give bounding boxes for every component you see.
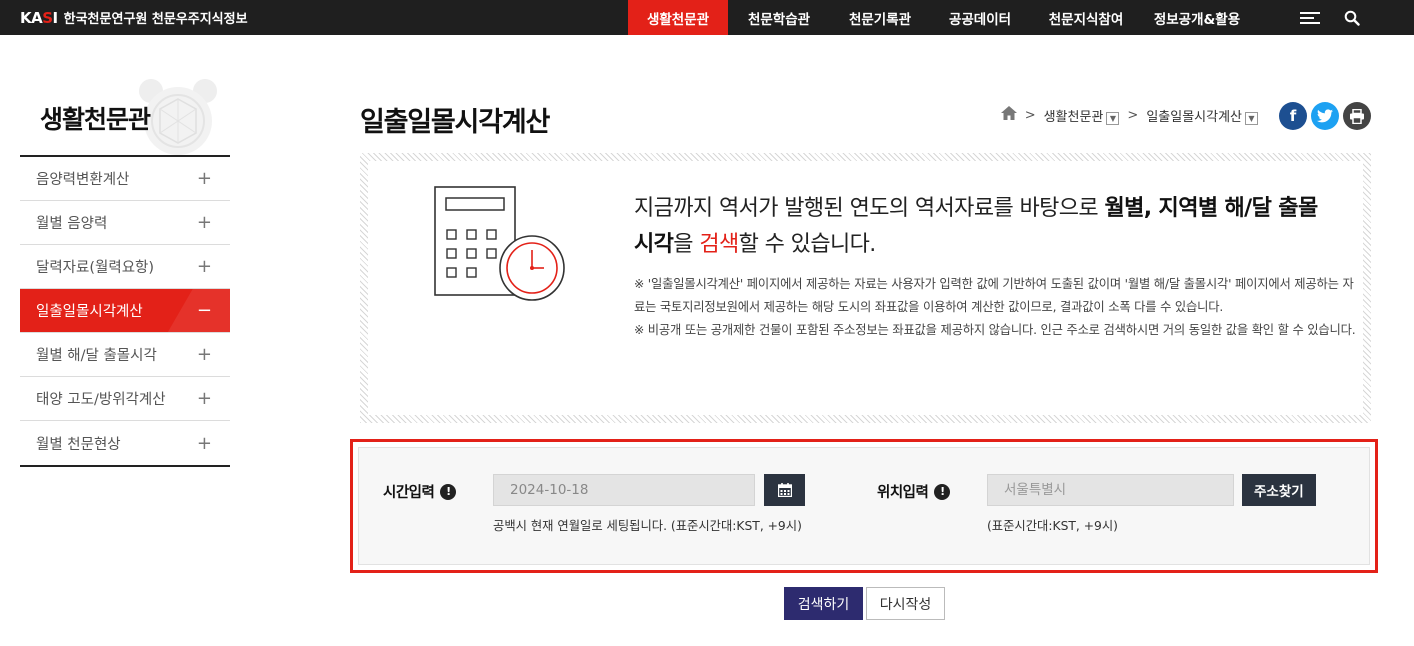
search-form-highlight: 시간입력 ! 공백시 현재 연월일로 세팅됩니다. (표준시간대:KST, +9… xyxy=(350,439,1378,573)
facebook-icon[interactable]: f xyxy=(1279,102,1307,130)
location-input[interactable] xyxy=(987,474,1234,506)
sidebar-item-monthly-phenomena[interactable]: 월별 천문현상 + xyxy=(20,421,230,465)
search-form: 시간입력 ! 공백시 현재 연월일로 세팅됩니다. (표준시간대:KST, +9… xyxy=(358,447,1370,565)
sidebar-item-label: 태양 고도/방위각계산 xyxy=(36,392,166,408)
menu-icon[interactable] xyxy=(1300,11,1320,25)
expand-icon: + xyxy=(196,432,212,454)
page-title: 일출일몰시각계산 xyxy=(360,107,550,138)
sidebar-menu: 음양력변환계산 + 월별 음양력 + 달력자료(월력요항) + 일출일몰시각계산… xyxy=(20,155,230,467)
calendar-icon xyxy=(777,483,792,497)
info-content: 지금까지 역서가 발행된 연도의 역서자료를 바탕으로 월별, 지역별 해/달 … xyxy=(368,161,1363,415)
sidebar-item-label: 달력자료(월력요항) xyxy=(36,260,155,276)
info-box: 지금까지 역서가 발행된 연도의 역서자료를 바탕으로 월별, 지역별 해/달 … xyxy=(360,153,1371,423)
sidebar-item-monthly-calendar[interactable]: 월별 음양력 + xyxy=(20,201,230,245)
kasi-logo: KASI xyxy=(20,8,58,27)
date-input[interactable] xyxy=(493,474,755,506)
chevron-down-icon[interactable]: ▼ xyxy=(1106,111,1120,125)
sidebar-item-label: 월별 해/달 출몰시각 xyxy=(36,348,157,364)
nav-item-astronomy-records[interactable]: 천문기록관 xyxy=(830,0,930,35)
sidebar-item-label: 일출일몰시각계산 xyxy=(36,304,143,320)
address-search-button[interactable]: 주소찾기 xyxy=(1242,474,1316,506)
search-icon[interactable] xyxy=(1344,10,1360,26)
expand-icon: + xyxy=(196,344,212,365)
breadcrumb-separator: > xyxy=(1127,107,1139,123)
sidebar-item-sunrise-sunset[interactable]: 일출일몰시각계산 − xyxy=(20,289,230,333)
top-icons xyxy=(1300,0,1360,35)
sidebar-item-label: 월별 음양력 xyxy=(36,216,108,232)
collapse-icon: − xyxy=(196,300,212,321)
expand-icon: + xyxy=(196,212,212,233)
info-notes: ※ '일출일몰시각계산' 페이지에서 제공하는 자료는 사용자가 입력한 값에 … xyxy=(634,273,1364,342)
reset-button[interactable]: 다시작성 xyxy=(866,587,945,620)
twitter-icon[interactable] xyxy=(1311,102,1339,130)
site-name: 한국천문연구원 천문우주지식정보 xyxy=(63,12,248,27)
date-help-text: 공백시 현재 연월일로 세팅됩니다. (표준시간대:KST, +9시) xyxy=(493,519,802,533)
share-buttons: f xyxy=(1279,102,1371,130)
expand-icon: + xyxy=(196,388,212,409)
nav-item-life-astronomy[interactable]: 생활천문관 xyxy=(628,0,728,35)
sidebar-item-label: 음양력변환계산 xyxy=(36,172,130,188)
breadcrumb-level2[interactable]: 일출일몰시각계산 ▼ xyxy=(1146,106,1258,125)
location-input-label: 위치입력 ! xyxy=(877,481,951,502)
nav-item-astronomy-learning[interactable]: 천문학습관 xyxy=(728,0,830,35)
nav-item-info-disclosure[interactable]: 정보공개&활용 xyxy=(1142,0,1252,35)
info-lead-text: 지금까지 역서가 발행된 연도의 역서자료를 바탕으로 월별, 지역별 해/달 … xyxy=(634,196,1318,257)
location-help-text: (표준시간대:KST, +9시) xyxy=(987,519,1118,533)
sidebar-title: 생활천문관 xyxy=(40,105,151,134)
nav-item-public-data[interactable]: 공공데이터 xyxy=(930,0,1030,35)
nav-item-participation[interactable]: 천문지식참여 xyxy=(1030,0,1142,35)
time-input-label: 시간입력 ! xyxy=(383,481,457,502)
breadcrumb-level1[interactable]: 생활천문관 ▼ xyxy=(1044,106,1120,125)
print-icon[interactable] xyxy=(1343,102,1371,130)
calculator-clock-icon xyxy=(434,186,574,311)
calendar-button[interactable] xyxy=(764,474,805,506)
sidebar-item-monthly-sun-moon[interactable]: 월별 해/달 출몰시각 + xyxy=(20,333,230,377)
info-note-1: ※ '일출일몰시각계산' 페이지에서 제공하는 자료는 사용자가 입력한 값에 … xyxy=(634,277,1354,314)
info-icon[interactable]: ! xyxy=(934,483,951,500)
expand-icon: + xyxy=(196,168,212,189)
breadcrumb: > 생활천문관 ▼ > 일출일몰시각계산 ▼ xyxy=(1000,104,1258,126)
sidebar-item-lunar-solar-conversion[interactable]: 음양력변환계산 + xyxy=(20,157,230,201)
main-nav: 생활천문관 천문학습관 천문기록관 공공데이터 천문지식참여 정보공개&활용 xyxy=(628,0,1252,35)
expand-icon: + xyxy=(196,256,212,277)
info-icon[interactable]: ! xyxy=(440,483,457,500)
site-brand[interactable]: KASI 한국천문연구원 천문우주지식정보 xyxy=(20,0,248,35)
info-note-2: ※ 비공개 또는 공개제한 건물이 포함된 주소정보는 좌표값을 제공하지 않습… xyxy=(634,323,1356,337)
sidebar-item-almanac[interactable]: 달력자료(월력요항) + xyxy=(20,245,230,289)
breadcrumb-separator: > xyxy=(1024,107,1036,123)
top-bar: KASI 한국천문연구원 천문우주지식정보 생활천문관 천문학습관 천문기록관 … xyxy=(0,0,1414,35)
sidebar-item-solar-altitude[interactable]: 태양 고도/방위각계산 + xyxy=(20,377,230,421)
chevron-down-icon[interactable]: ▼ xyxy=(1245,111,1258,125)
home-icon[interactable] xyxy=(1000,106,1017,124)
search-button[interactable]: 검색하기 xyxy=(784,587,863,620)
sidebar-item-label: 월별 천문현상 xyxy=(36,436,121,453)
